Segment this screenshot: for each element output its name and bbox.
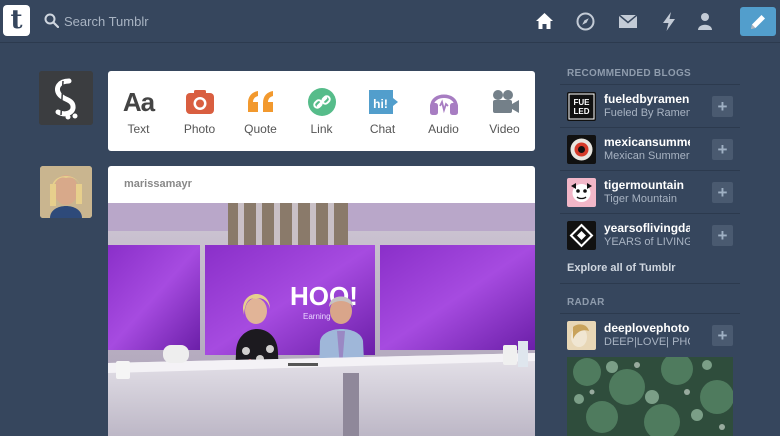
post-type-audio[interactable]: Audio	[413, 71, 474, 151]
blog-name[interactable]: tigermountain	[604, 178, 690, 192]
dashboard-post: marissamayr HOO! Earning	[108, 166, 535, 436]
blog-avatar	[567, 135, 596, 164]
follow-button[interactable]: +	[712, 139, 733, 160]
camera-icon	[184, 86, 216, 118]
radar-heading: RADAR	[567, 297, 605, 308]
radar-photo[interactable]	[567, 357, 733, 436]
tumblr-logo[interactable]: t	[3, 5, 30, 36]
blog-avatar: FUE LED	[567, 92, 596, 121]
blog-title: Fueled By Ramen	[604, 107, 690, 119]
blog-avatar	[567, 178, 596, 207]
post-author-name[interactable]: marissamayr	[124, 178, 192, 190]
search-input[interactable]	[64, 10, 244, 32]
search-icon	[44, 13, 60, 33]
post-type-label: Link	[310, 122, 333, 136]
follow-button[interactable]: +	[712, 96, 733, 117]
post-type-label: Video	[489, 122, 520, 136]
blog-title: YEARS of LIVING DAN	[604, 236, 690, 248]
post-type-label: Chat	[369, 122, 396, 136]
post-type-quote[interactable]: Quote	[230, 71, 291, 151]
post-type-link[interactable]: Link	[291, 71, 352, 151]
post-type-photo[interactable]: Photo	[169, 71, 230, 151]
link-icon	[306, 86, 338, 118]
top-bar: t	[0, 0, 780, 43]
blog-name[interactable]: fueledbyramen	[604, 92, 690, 106]
post-type-text[interactable]: Aa Text	[108, 71, 169, 151]
quote-icon	[245, 86, 277, 118]
follow-button[interactable]: +	[712, 225, 733, 246]
chat-icon: hi!	[367, 86, 399, 118]
blog-name[interactable]: mexicansummer	[604, 135, 690, 149]
dashboard-avatar[interactable]	[39, 71, 93, 125]
blog-avatar	[567, 321, 596, 350]
explore-icon[interactable]	[575, 11, 595, 31]
headphones-icon	[428, 86, 460, 118]
post-photo[interactable]: HOO! Earning	[108, 203, 535, 436]
video-camera-icon	[489, 86, 521, 118]
recommended-blog[interactable]: mexicansummer Mexican Summer +	[560, 128, 740, 170]
text-icon: Aa	[122, 86, 155, 117]
post-type-video[interactable]: Video	[474, 71, 535, 151]
compose-button[interactable]	[740, 7, 776, 36]
blog-name[interactable]: yearsoflivingdange	[604, 221, 690, 235]
home-icon[interactable]	[534, 11, 554, 31]
follow-button[interactable]: +	[712, 182, 733, 203]
post-type-label: Photo	[183, 122, 216, 136]
post-type-chat[interactable]: hi! Chat	[352, 71, 413, 151]
recommended-blog[interactable]: FUE LED fueledbyramen Fueled By Ramen +	[560, 85, 740, 127]
activity-icon[interactable]	[659, 11, 679, 31]
post-type-label: Audio	[428, 122, 459, 136]
post-type-bar: Aa Text Photo Quote Link hi! Chat Audio	[108, 71, 535, 151]
photo-sign-subtext: Earning	[303, 312, 331, 321]
radar-blog[interactable]: deeplovephotograp DEEP|LOVE| PHOTOG +	[560, 314, 740, 356]
search-box[interactable]	[44, 10, 244, 32]
blog-title: Mexican Summer	[604, 150, 690, 162]
follow-button[interactable]: +	[712, 325, 733, 346]
svg-text:LED: LED	[574, 107, 590, 116]
account-icon[interactable]	[695, 11, 715, 31]
inbox-icon[interactable]	[618, 11, 638, 31]
post-type-label: Text	[127, 122, 150, 136]
blog-title: Tiger Mountain	[604, 193, 677, 205]
explore-all-link[interactable]: Explore all of Tumblr	[567, 262, 676, 274]
blog-name[interactable]: deeplovephotograp	[604, 321, 690, 335]
recommended-blogs-heading: RECOMMENDED BLOGS	[567, 68, 691, 79]
recommended-blog[interactable]: tigermountain Tiger Mountain +	[560, 171, 740, 213]
blog-avatar	[567, 221, 596, 250]
blog-title: DEEP|LOVE| PHOTOG	[604, 336, 690, 348]
post-type-label: Quote	[244, 122, 277, 136]
pencil-icon	[751, 14, 765, 29]
recommended-blog[interactable]: yearsoflivingdange YEARS of LIVING DAN +	[560, 214, 740, 256]
svg-text:FUE: FUE	[574, 98, 591, 107]
post-author-avatar[interactable]	[40, 166, 92, 218]
divider	[560, 283, 740, 284]
